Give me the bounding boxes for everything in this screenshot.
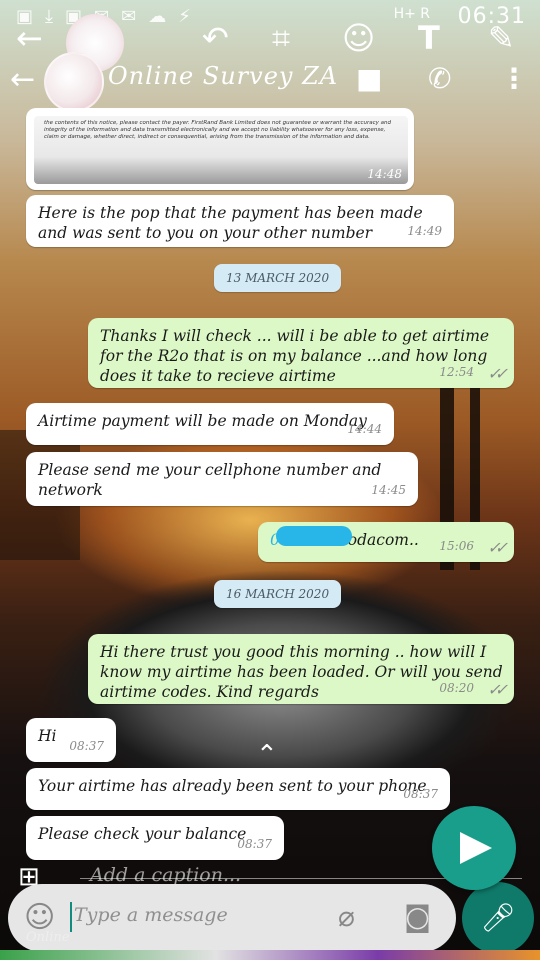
message-time: 08:20 xyxy=(439,681,474,695)
date-separator: 16 MARCH 2020 xyxy=(214,580,342,608)
message-text: Please send me your cellphone number and… xyxy=(38,461,382,499)
double-check-icon: ✓✓ xyxy=(487,364,508,383)
paperclip-icon[interactable]: ⌀ xyxy=(338,900,355,933)
date-separator: 13 MARCH 2020 xyxy=(214,264,342,292)
phone-icon[interactable]: ✆ xyxy=(428,62,451,95)
message-bubble-incoming[interactable]: Airtime payment will be made on Monday 1… xyxy=(26,403,394,445)
message-time: 15:06 xyxy=(439,539,474,553)
message-bubble-incoming[interactable]: Please send me your cellphone number and… xyxy=(26,452,418,506)
send-icon xyxy=(460,832,492,864)
text-icon[interactable]: T xyxy=(418,22,440,54)
double-check-icon: ✓✓ xyxy=(487,538,508,557)
message-text: Please check your balance xyxy=(38,825,247,843)
chat-header: ← Online Survey ZA ■ ✆ ⋮ xyxy=(0,52,540,112)
camera-icon[interactable]: ◙ xyxy=(404,900,431,933)
caption-input[interactable]: Add a caption... xyxy=(90,864,241,886)
message-time: 12:54 xyxy=(439,365,474,379)
message-text: Your airtime has already been sent to yo… xyxy=(38,777,427,795)
redaction-scribble xyxy=(276,526,352,546)
message-time: 08:37 xyxy=(69,739,104,753)
message-text: Here is the pop that the payment has bee… xyxy=(38,204,423,242)
arrow-left-icon[interactable]: ← xyxy=(16,22,43,54)
message-time: 08:37 xyxy=(403,787,438,801)
send-button[interactable] xyxy=(432,806,516,890)
message-bubble-incoming[interactable]: Hi 08:37 xyxy=(26,718,116,762)
message-composer: ☺ Type a message ⌀ ◙ xyxy=(8,884,456,952)
video-call-icon[interactable]: ■ xyxy=(356,62,382,95)
avatar[interactable] xyxy=(44,52,104,112)
emoji-icon[interactable]: ☺ xyxy=(342,22,375,54)
chat-title[interactable]: Online Survey ZA xyxy=(108,62,338,90)
message-bubble-outgoing[interactable]: Hi there trust you good this morning .. … xyxy=(88,634,514,704)
double-check-icon: ✓✓ xyxy=(487,680,508,699)
back-arrow-icon[interactable]: ← xyxy=(10,62,35,97)
crop-rotate-icon[interactable]: ⌗ xyxy=(272,22,290,54)
message-bubble-incoming[interactable]: Your airtime has already been sent to yo… xyxy=(26,768,450,810)
message-time: 14:49 xyxy=(407,224,442,238)
chevron-up-icon[interactable]: ⌃ xyxy=(256,740,278,770)
mic-button[interactable]: 🎤︎ xyxy=(462,882,534,954)
text-cursor xyxy=(70,902,72,932)
message-bubble-outgoing[interactable]: Thanks I will check ... will i be able t… xyxy=(88,318,514,388)
message-bubble-incoming[interactable]: Here is the pop that the payment has bee… xyxy=(26,195,454,247)
more-vert-icon[interactable]: ⋮ xyxy=(500,62,528,95)
document-image[interactable]: the contents of this notice, please cont… xyxy=(34,116,408,184)
message-time: 14:48 xyxy=(367,167,402,181)
message-input[interactable]: Type a message xyxy=(74,904,228,926)
message-time: 14:44 xyxy=(347,422,382,436)
message-bubble-incoming[interactable]: Please check your balance 08:37 xyxy=(26,816,284,860)
message-bubble-incoming[interactable]: the contents of this notice, please cont… xyxy=(26,108,414,190)
message-time: 14:45 xyxy=(371,483,406,497)
recipient-avatars-strip xyxy=(0,950,540,960)
recipient-status: Online xyxy=(26,930,70,945)
message-time: 08:37 xyxy=(237,837,272,851)
mic-icon: 🎤︎ xyxy=(480,901,516,934)
message-text: Airtime payment will be made on Monday xyxy=(38,412,367,430)
pencil-icon[interactable]: ✎ xyxy=(488,22,515,54)
message-text: Hi xyxy=(38,727,57,745)
undo-icon[interactable]: ↶ xyxy=(202,22,229,54)
